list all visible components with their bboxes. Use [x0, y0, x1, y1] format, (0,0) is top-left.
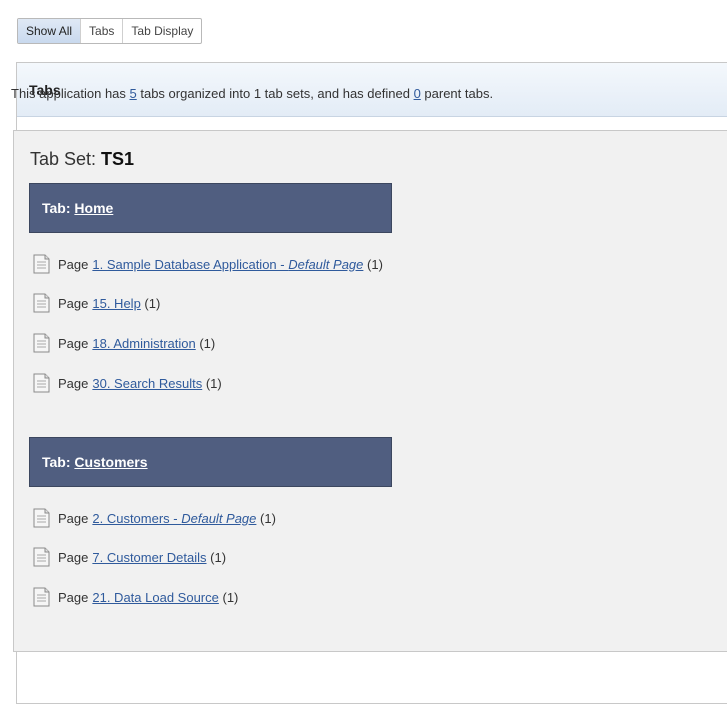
page-link[interactable]: 30. Search Results	[92, 376, 202, 391]
view-toggle-bar: Show All Tabs Tab Display	[17, 18, 203, 44]
summary-suffix: parent tabs.	[420, 86, 494, 101]
page-row: Page 1. Sample Database Application - Def…	[32, 253, 383, 275]
page-word: Page	[58, 375, 89, 391]
page-count: (1)	[367, 256, 383, 272]
page-icon	[33, 508, 50, 528]
tab-set-title: Tab Set: TS1	[30, 149, 134, 170]
page-link[interactable]: 18. Administration	[92, 336, 195, 351]
page-link[interactable]: 1. Sample Database Application - Default…	[92, 257, 363, 272]
page-word: Page	[58, 295, 89, 311]
page-count: (1)	[222, 589, 239, 605]
page-row: Page 18. Administration (1)	[32, 332, 215, 354]
page-link[interactable]: 2. Customers - Default Page	[92, 511, 256, 526]
tab-header-prefix: Tab:	[42, 200, 75, 216]
page-link[interactable]: 15. Help	[92, 296, 140, 311]
page-row: Page 30. Search Results (1)	[32, 372, 222, 394]
tab-header-prefix: Tab:	[42, 454, 75, 470]
page-row: Page 15. Help (1)	[32, 292, 160, 314]
parent-tab-count-link[interactable]: 0	[414, 86, 421, 101]
page-link[interactable]: 21. Data Load Source	[92, 590, 218, 605]
page-count: (1)	[205, 375, 222, 391]
page-count: (1)	[260, 510, 276, 526]
default-page-label: Default Page	[181, 510, 257, 526]
tab-display-button[interactable]: Tab Display	[122, 19, 201, 43]
page-word: Page	[58, 510, 89, 526]
page-word: Page	[58, 589, 89, 605]
tab-set-panel: Tab Set: TS1 Tab: Home Page 1. Sample Dat…	[13, 130, 727, 652]
show-all-button[interactable]: Show All	[18, 19, 81, 43]
page-link-text: 2. Customers -	[92, 510, 182, 526]
tab-header-home: Tab: Home	[29, 183, 392, 233]
page-icon	[33, 254, 50, 274]
page-word: Page	[58, 256, 89, 272]
tab-link-customers[interactable]: Customers	[74, 454, 147, 470]
summary-middle: tabs organized into 1 tab sets, and has …	[136, 86, 414, 101]
page-icon	[33, 333, 50, 353]
tabs-button[interactable]: Tabs	[80, 19, 122, 43]
page-row: Page 2. Customers - Default Page (1)	[32, 507, 276, 529]
page-count: (1)	[210, 549, 227, 565]
summary-prefix: This application has	[11, 86, 130, 101]
page-link[interactable]: 7. Customer Details	[92, 550, 206, 565]
page-row: Page 21. Data Load Source (1)	[32, 586, 238, 608]
tabs-summary: This application has 5 tabs organized in…	[11, 86, 711, 101]
page-count: (1)	[144, 295, 161, 311]
page-icon	[33, 547, 50, 567]
tab-set-label: Tab Set:	[30, 149, 102, 169]
tab-set-name: TS1	[101, 149, 135, 169]
default-page-label: Default Page	[288, 256, 364, 272]
page-word: Page	[58, 549, 89, 565]
page-icon	[33, 587, 50, 607]
page-word: Page	[58, 335, 89, 351]
tab-header-customers: Tab: Customers	[29, 437, 392, 487]
tab-link-home[interactable]: Home	[74, 200, 113, 216]
page-icon	[33, 293, 50, 313]
page-count: (1)	[199, 335, 216, 351]
page-icon	[33, 373, 50, 393]
tab-count-link[interactable]: 5	[130, 86, 137, 101]
page-link-text: 1. Sample Database Application -	[92, 256, 289, 272]
page-row: Page 7. Customer Details (1)	[32, 546, 226, 568]
